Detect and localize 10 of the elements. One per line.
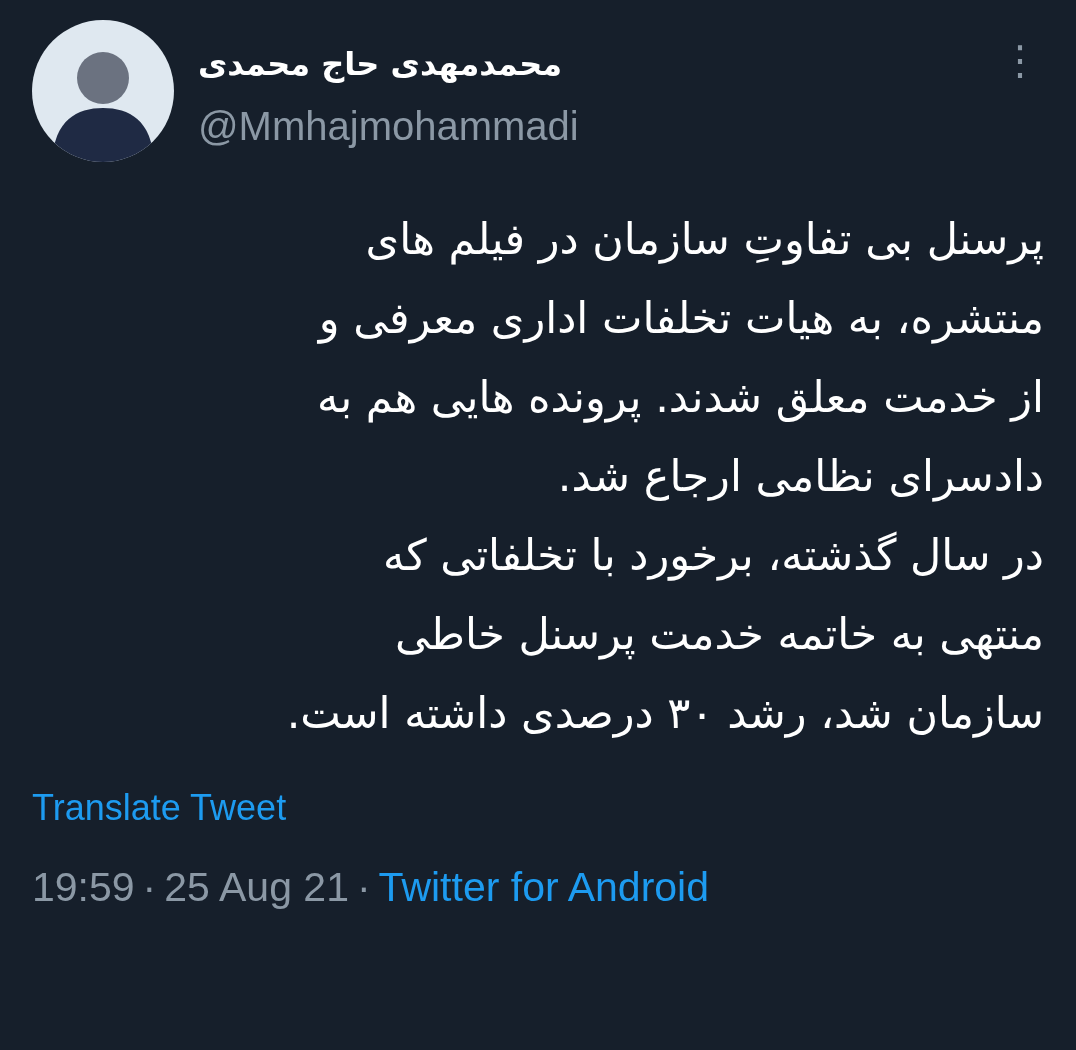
source-link[interactable]: Twitter for Android: [378, 857, 710, 919]
menu-button[interactable]: ⋮: [996, 40, 1044, 80]
tweet-time: 19:59: [32, 863, 135, 912]
separator-dot: ·: [356, 863, 371, 912]
translate-link[interactable]: Translate Tweet: [32, 781, 287, 835]
tweet-date: 25 Aug 21: [164, 863, 349, 912]
author-handle: @Mmhajmohammadi: [198, 103, 580, 150]
tweet-text: پرسنل بی تفاوتِ سازمان در فیلم های منتشره، به هیات تخلفات اداری معرفی و از خدمت معلق شدند. پرونده هایی هم به دادسرای نظامی ارجاع شد. در سال گذشته، برخورد با تخلفاتی که منتهی به خاتمه خدمت پرسنل خاطی سازمان شد، رشد ۳۰ درصدی داشته است.: [285, 213, 1044, 740]
author-name: محمدمهدی حاج محمدی: [198, 44, 563, 85]
separator-dot: ·: [142, 863, 157, 912]
